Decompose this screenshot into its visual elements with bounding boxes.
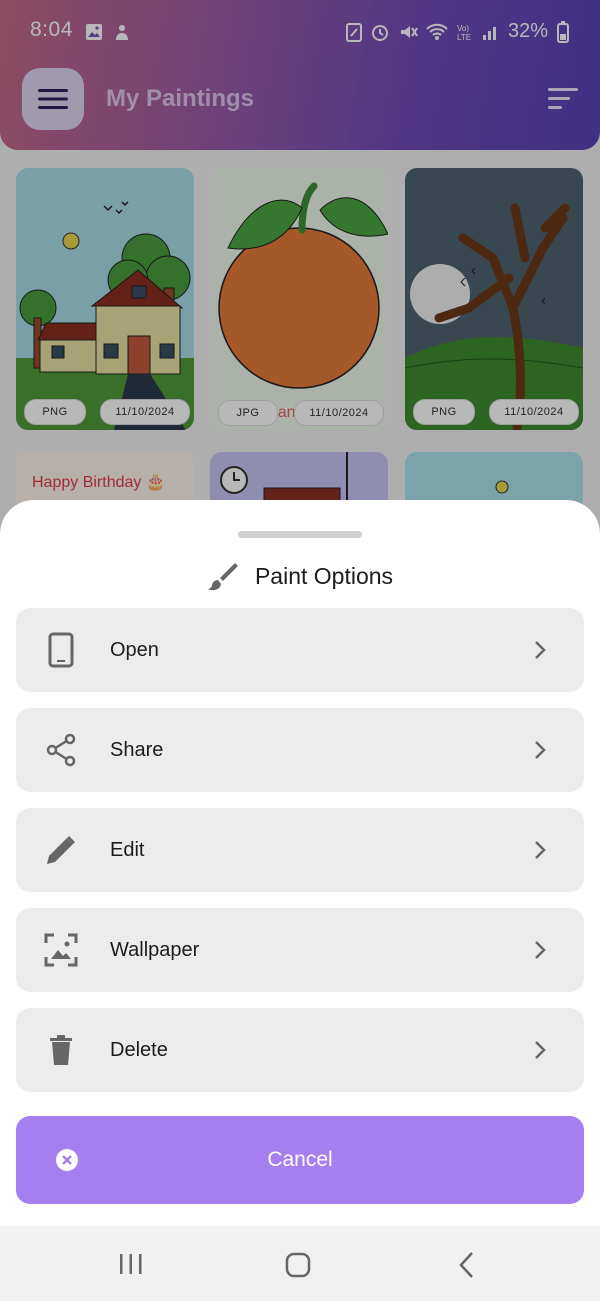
- home-icon[interactable]: [284, 1251, 312, 1279]
- share-label: Share: [110, 738, 164, 761]
- sheet-header: Paint Options: [0, 560, 600, 592]
- open-label: Open: [110, 638, 159, 661]
- system-navigation-bar: [0, 1226, 600, 1301]
- share-icon: [46, 733, 76, 767]
- edit-option[interactable]: Edit: [16, 808, 584, 892]
- chevron-right-icon: [535, 641, 546, 659]
- wallpaper-option[interactable]: Wallpaper: [16, 908, 584, 992]
- back-icon[interactable]: [456, 1250, 476, 1280]
- paintbrush-icon: [207, 563, 238, 591]
- paint-options-sheet: Paint Options Open Share Edit Wallpaper …: [0, 500, 600, 1226]
- share-option[interactable]: Share: [16, 708, 584, 792]
- wallpaper-label: Wallpaper: [110, 938, 200, 961]
- pencil-icon: [47, 836, 75, 864]
- wallpaper-icon: [44, 933, 78, 967]
- drag-handle[interactable]: [238, 531, 362, 538]
- open-option[interactable]: Open: [16, 608, 584, 692]
- chevron-right-icon: [535, 841, 546, 859]
- close-circle-icon: [56, 1149, 78, 1171]
- chevron-right-icon: [535, 1041, 546, 1059]
- edit-label: Edit: [110, 838, 145, 861]
- trash-icon: [50, 1035, 72, 1065]
- recent-apps-icon[interactable]: [118, 1252, 144, 1276]
- cancel-button[interactable]: Cancel: [16, 1116, 584, 1204]
- delete-option[interactable]: Delete: [16, 1008, 584, 1092]
- sheet-title: Paint Options: [254, 562, 394, 589]
- cancel-label: Cancel: [267, 1148, 333, 1171]
- phone-icon: [48, 632, 74, 668]
- chevron-right-icon: [535, 941, 546, 959]
- chevron-right-icon: [535, 741, 546, 759]
- delete-label: Delete: [110, 1038, 168, 1061]
